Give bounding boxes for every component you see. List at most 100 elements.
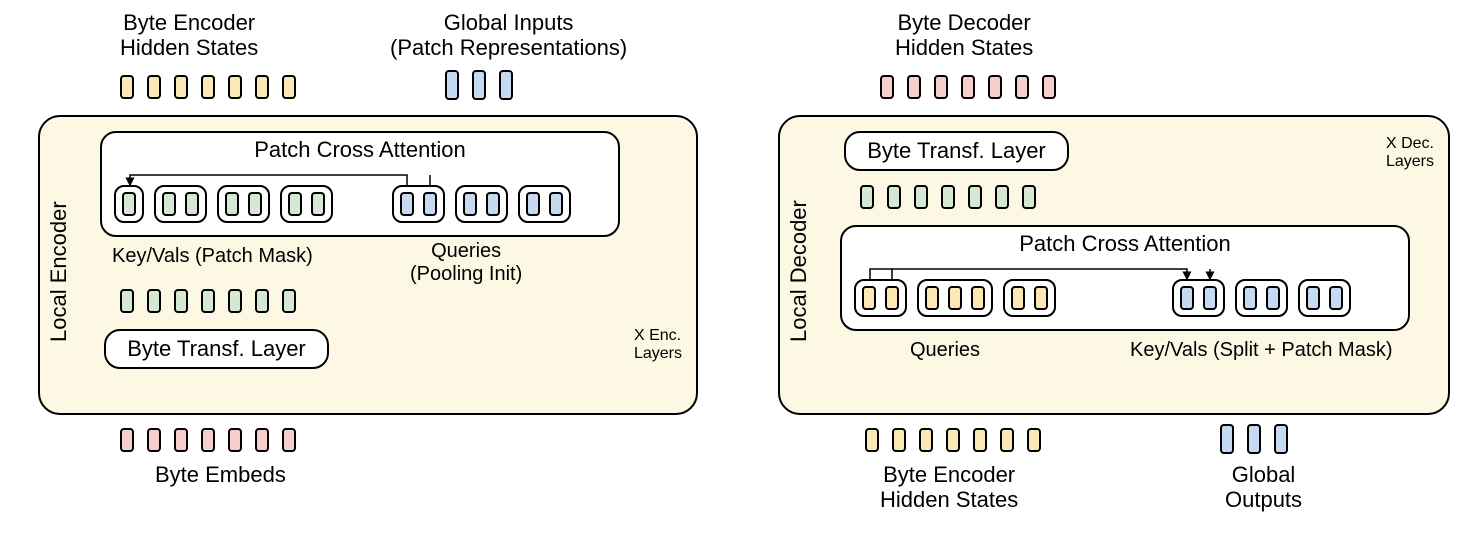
global-inputs-tokens	[445, 70, 513, 100]
token	[120, 289, 134, 313]
decoder-keyvals-label: Key/Vals (Split + Patch Mask)	[1130, 339, 1393, 362]
token	[892, 428, 906, 452]
token-group	[154, 185, 207, 223]
token	[973, 428, 987, 452]
token	[228, 75, 242, 99]
decoder-queries-label: Queries	[910, 339, 980, 362]
encoder-layers-note: X Enc. Layers	[634, 327, 682, 363]
token	[887, 185, 901, 209]
token	[1011, 286, 1025, 310]
token	[282, 428, 296, 452]
token	[255, 428, 269, 452]
token-group	[455, 185, 508, 223]
token-group	[518, 185, 571, 223]
token	[147, 428, 161, 452]
token	[526, 192, 540, 216]
token	[201, 289, 215, 313]
token	[1243, 286, 1257, 310]
token-group	[217, 185, 270, 223]
decoder-layers-note: X Dec. Layers	[1386, 135, 1434, 171]
encoder-mid-green-tokens	[120, 289, 296, 313]
decoder-mid-green-tokens	[860, 185, 1036, 209]
token	[282, 289, 296, 313]
token	[201, 428, 215, 452]
token	[174, 289, 188, 313]
token	[255, 289, 269, 313]
token	[282, 75, 296, 99]
token	[1266, 286, 1280, 310]
token	[946, 428, 960, 452]
encoder-queries-label: Queries (Pooling Init)	[410, 240, 522, 286]
local-decoder-box: Local Decoder Byte Transf. Layer X Dec. …	[778, 115, 1450, 415]
token	[174, 428, 188, 452]
decoder-bottom-left-label: Byte Encoder Hidden States	[880, 462, 1018, 513]
decoder-pca-keyvals-groups	[1172, 279, 1351, 317]
token-group	[1235, 279, 1288, 317]
token	[201, 75, 215, 99]
token	[120, 428, 134, 452]
token	[919, 428, 933, 452]
token	[120, 75, 134, 99]
token	[288, 192, 302, 216]
encoder-pca-box: Patch Cross Attention	[100, 131, 620, 237]
token	[988, 75, 1002, 99]
token	[225, 192, 239, 216]
token	[549, 192, 563, 216]
token	[228, 428, 242, 452]
decoder-pca-queries-groups	[854, 279, 1056, 317]
token	[122, 192, 136, 216]
token	[925, 286, 939, 310]
token	[995, 185, 1009, 209]
decoder-top-label: Byte Decoder Hidden States	[895, 10, 1033, 61]
token	[860, 185, 874, 209]
byte-embeds-tokens	[120, 428, 296, 452]
encoder-byte-layer-label: Byte Transf. Layer	[127, 336, 306, 362]
token	[1015, 75, 1029, 99]
local-encoder-box: Local Encoder Patch Cross Attention Key/…	[38, 115, 698, 415]
token	[445, 70, 459, 100]
token	[486, 192, 500, 216]
token	[1329, 286, 1343, 310]
encoder-pca-queries-groups	[392, 185, 571, 223]
token	[1000, 428, 1014, 452]
token	[865, 428, 879, 452]
encoder-hidden-states-tokens	[120, 75, 296, 99]
token-group	[1003, 279, 1056, 317]
token	[948, 286, 962, 310]
token	[1042, 75, 1056, 99]
token	[1022, 185, 1036, 209]
token	[499, 70, 513, 100]
token-group	[917, 279, 993, 317]
decoder-bottom-blue-tokens	[1220, 424, 1288, 454]
token	[1220, 424, 1234, 454]
token	[248, 192, 262, 216]
token	[463, 192, 477, 216]
token	[147, 289, 161, 313]
token	[255, 75, 269, 99]
encoder-keyvals-label: Key/Vals (Patch Mask)	[112, 245, 313, 268]
encoder-byte-layer-box: Byte Transf. Layer	[104, 329, 329, 369]
token	[968, 185, 982, 209]
token	[971, 286, 985, 310]
encoder-pca-keyvals-groups	[114, 185, 333, 223]
token	[1203, 286, 1217, 310]
token	[914, 185, 928, 209]
encoder-pca-title: Patch Cross Attention	[102, 137, 618, 163]
local-encoder-side-label: Local Encoder	[46, 192, 72, 342]
token	[961, 75, 975, 99]
token-group	[114, 185, 144, 223]
token	[880, 75, 894, 99]
token	[934, 75, 948, 99]
token	[185, 192, 199, 216]
decoder-pca-title: Patch Cross Attention	[842, 231, 1408, 257]
local-decoder-side-label: Local Decoder	[786, 192, 812, 342]
decoder-byte-layer-label: Byte Transf. Layer	[867, 138, 1046, 164]
token	[1274, 424, 1288, 454]
local-decoder-panel: Byte Decoder Hidden States Local Decoder…	[760, 0, 1460, 560]
encoder-bottom-label: Byte Embeds	[155, 462, 286, 487]
token-group	[854, 279, 907, 317]
token	[162, 192, 176, 216]
token	[472, 70, 486, 100]
token	[174, 75, 188, 99]
token-group	[280, 185, 333, 223]
